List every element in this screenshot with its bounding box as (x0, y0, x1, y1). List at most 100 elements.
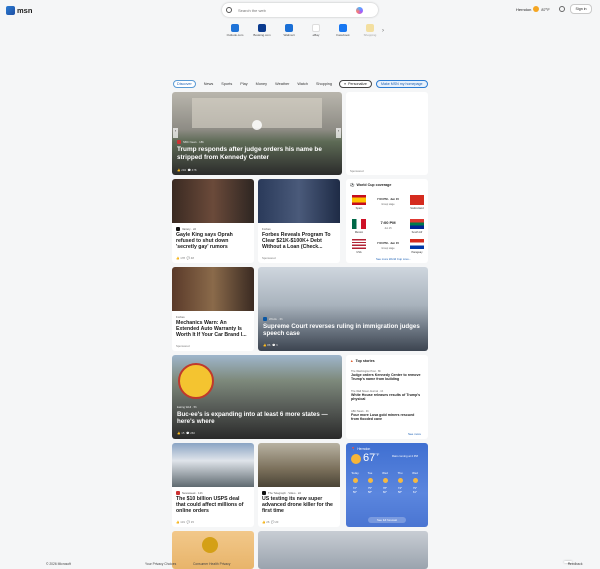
card-title[interactable]: Mechanics Warn: An Extended Auto Warrant… (176, 320, 250, 339)
quick-links: Outlook.com Booking.com Walmart eBay Fac… (226, 24, 379, 38)
tab-play[interactable]: Play (240, 82, 247, 86)
play-icon[interactable] (252, 120, 262, 130)
header-weather[interactable]: Herndon 87°F (516, 6, 550, 12)
source-label: The Telegraph · Video · 2d (268, 491, 302, 495)
card-title[interactable]: Supreme Court reverses ruling in immigra… (263, 323, 423, 338)
quick-link-ebay[interactable]: eBay (307, 24, 325, 38)
card-reactions[interactable]: 👍 26 💬 20 (262, 520, 278, 524)
full-forecast-button[interactable]: See full forecast (368, 517, 406, 523)
card-reactions[interactable]: 👍 131 💬 15 (176, 520, 194, 524)
top-stories-see-more[interactable]: See more (408, 432, 421, 436)
tab-watch[interactable]: Watch (297, 82, 308, 86)
sunny-icon (397, 478, 403, 483)
top-story-item[interactable]: ABC News · 4h Four more Lusa gold miners… (351, 410, 423, 422)
top-story-item[interactable]: The Washington Post · 8h Judge orders Ke… (351, 370, 423, 382)
comments-count: 15 (190, 520, 194, 524)
carousel-next-icon[interactable]: › (336, 128, 341, 138)
comments-count: 478 (191, 168, 197, 172)
news-card-supreme-court[interactable]: WGAL · 6h Supreme Court reverses ruling … (258, 267, 428, 351)
card-title[interactable]: Forbes Reveals Program To Clear $21K-$10… (262, 232, 336, 251)
quick-link-label: eBay (312, 34, 320, 37)
sign-in-button[interactable]: Sign in (570, 4, 592, 14)
feedback-label: Feedback (568, 562, 583, 566)
source-logo-icon (176, 491, 180, 495)
hero-reactions[interactable]: 👍 294 💬 478 (177, 168, 196, 172)
bucees-logo-icon (178, 363, 214, 399)
quick-link-booking[interactable]: Booking.com (253, 24, 271, 38)
footer: © 2026 Microsoft Your Privacy Choices Co… (0, 561, 600, 569)
story-title: White House releases results of Trump's … (351, 393, 421, 402)
match-time: 7:00 PM · Jun 15 (377, 241, 399, 245)
comments-count: 6 (276, 343, 278, 347)
quick-link-walmart[interactable]: Walmart (280, 24, 298, 38)
settings-gear-icon[interactable] (559, 6, 565, 12)
top-story-item[interactable]: The Wall Street Journal · 1h White House… (351, 390, 423, 402)
world-cup-more-link[interactable]: See more World Cup cove... (376, 257, 411, 261)
sliders-icon: ≡ (344, 82, 347, 86)
make-homepage-button[interactable]: Make MSN my homepage (376, 80, 428, 88)
top-stories-header[interactable]: ▲ Top stories (350, 359, 375, 363)
tab-sports[interactable]: Sports (221, 82, 232, 86)
quick-link-outlook[interactable]: Outlook.com (226, 24, 244, 38)
forecast-day-label: Wed (412, 471, 418, 475)
weather-temp-unit: °F (375, 452, 380, 457)
likes-count: 131 (180, 520, 185, 524)
news-card-oprah[interactable]: Variety · 2d Gayle King says Oprah refus… (172, 179, 254, 263)
tab-shopping[interactable]: Shopping (316, 82, 332, 86)
forecast-day-label: Today (351, 471, 359, 475)
search-bar (222, 3, 378, 17)
card-source: Variety · 2d (176, 227, 196, 231)
card-reactions[interactable]: 👍 15 💬 260 (177, 431, 195, 435)
news-card-forbes-debt[interactable]: Forbes Forbes Reveals Program To Clear $… (258, 179, 340, 263)
card-title[interactable]: US testing its new super advanced drone … (262, 496, 336, 515)
card-reactions[interactable]: 👍 178 💬 48 (176, 256, 194, 260)
match-stage: Group stage (381, 247, 395, 250)
match-row[interactable]: Spain 7:00 PM · Jun 15 Group stage Switz… (350, 193, 426, 219)
team-right: Paraguay (411, 251, 423, 254)
news-card-mechanic[interactable]: Forbes Mechanics Warn: An Extended Auto … (172, 267, 254, 351)
location-pin-icon: 📍 (351, 447, 356, 451)
team-left: Mexico (354, 231, 364, 234)
card-reactions[interactable]: 👍 86 💬 6 (263, 343, 278, 347)
forecast-day: Thu 74° 58° (394, 471, 406, 494)
privacy-choices-link[interactable]: Your Privacy Choices (145, 562, 176, 566)
copilot-icon[interactable] (356, 6, 363, 14)
weather-card[interactable]: 📍 Herndon 67°F Rain coming at 4 PM Today… (346, 443, 428, 527)
match-time: 7:00 PM (380, 220, 396, 225)
south-africa-flag-icon (410, 219, 424, 229)
news-card-usps[interactable]: Newsweek · 12h The $10 billion USPS deal… (172, 443, 254, 527)
card-title[interactable]: The $10 billion USPS deal that could aff… (176, 496, 250, 515)
tab-news[interactable]: News (204, 82, 214, 86)
source-label: Forbes (176, 315, 185, 319)
card-source: The Telegraph · Video · 2d (262, 491, 301, 495)
team-left: USA (356, 251, 362, 254)
quick-link-facebook[interactable]: Facebook (334, 24, 352, 38)
weather-location: 📍 Herndon (351, 447, 370, 451)
consumer-health-privacy-link[interactable]: Consumer Health Privacy (193, 562, 230, 566)
quick-link-shopping[interactable]: Shopping (361, 24, 379, 38)
news-card-drone[interactable]: The Telegraph · Video · 2d US testing it… (258, 443, 340, 527)
msn-logo[interactable]: msn (6, 6, 32, 15)
tab-money[interactable]: Money (256, 82, 267, 86)
coin-illustration-icon (202, 537, 218, 553)
carousel-prev-icon[interactable]: ‹ (173, 128, 178, 138)
chevron-right-icon[interactable]: › (382, 28, 384, 34)
personalize-button[interactable]: ≡ Personalize (339, 80, 372, 88)
card-title[interactable]: Gayle King says Oprah refused to shut do… (176, 232, 250, 251)
forecast-day-label: Thu (397, 471, 403, 475)
booking-icon (258, 24, 266, 32)
sponsored-ad-card[interactable]: Sponsored (346, 92, 428, 175)
search-input[interactable] (238, 7, 356, 13)
feedback-button[interactable]: ✎ Feedback (564, 561, 582, 566)
news-card-bucees[interactable]: Eating Well · 5h Buc-ee's is expanding i… (172, 355, 342, 439)
mechanic-image (172, 267, 254, 311)
source-label: WGAL · 6h (269, 317, 283, 321)
soccer-ball-icon: ⚽ (350, 183, 355, 187)
hero-title[interactable]: Trump responds after judge orders his na… (177, 146, 327, 161)
forecast-day-label: Wed (382, 471, 388, 475)
hero-card[interactable]: ‹ › NBC News · 18h Trump responds after … (172, 92, 342, 175)
card-title[interactable]: Buc-ee's is expanding into at least 6 mo… (177, 411, 332, 426)
world-cup-header[interactable]: ⚽ World Cup coverage (350, 183, 391, 187)
tab-discover[interactable]: Discover (173, 80, 196, 88)
tab-weather[interactable]: Weather (275, 82, 289, 86)
